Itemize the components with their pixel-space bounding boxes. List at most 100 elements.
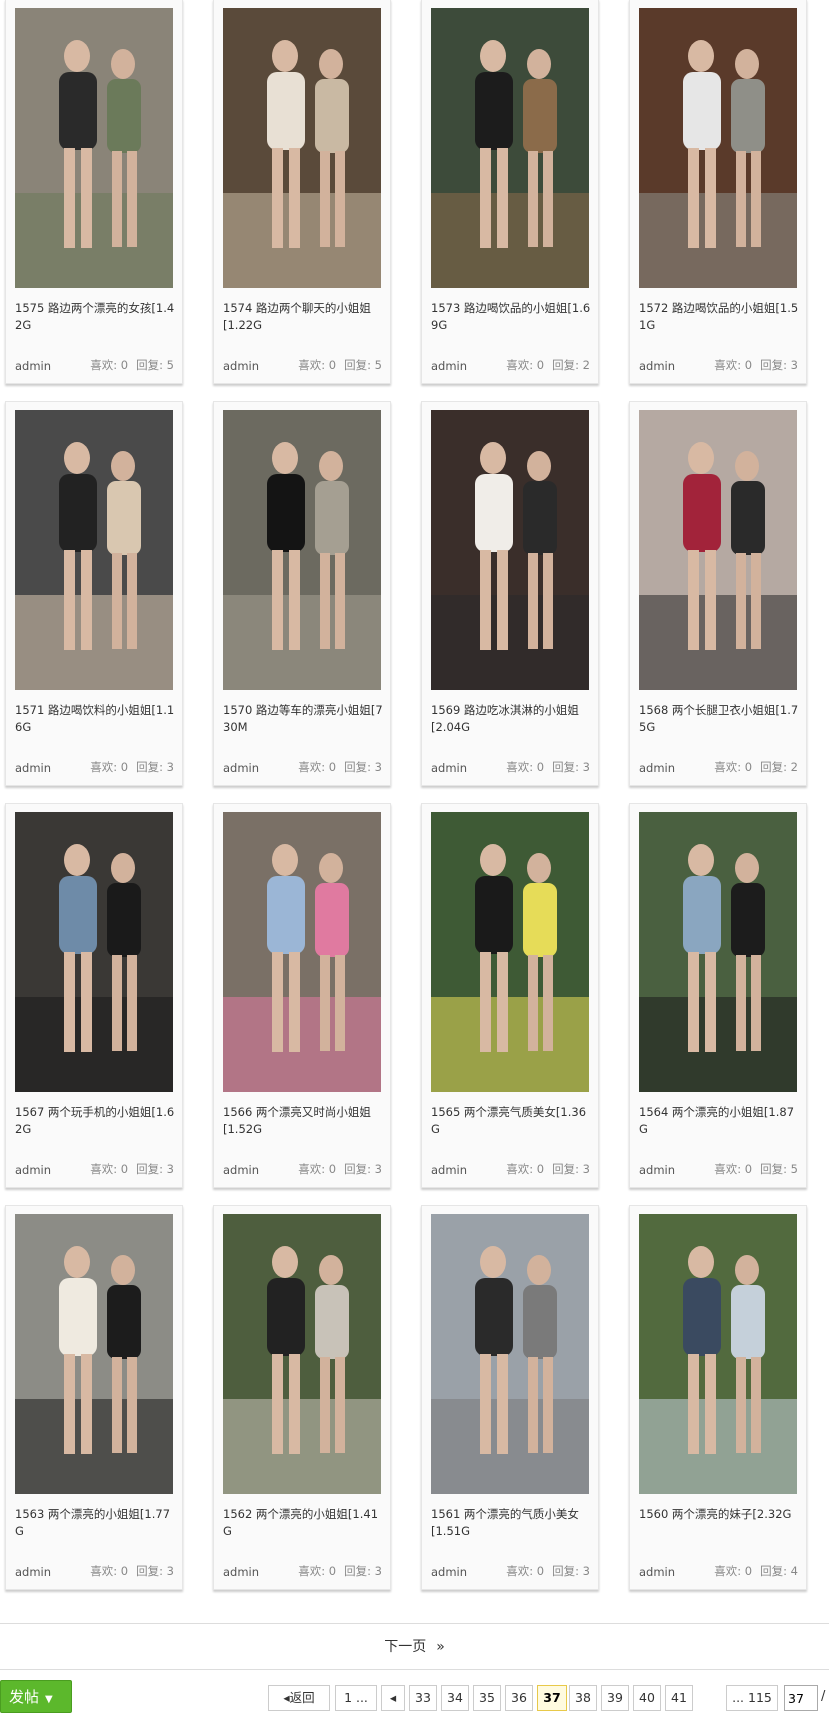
page-35[interactable]: 35 (473, 1685, 501, 1711)
likes-count: 喜欢: 0 (506, 1162, 545, 1176)
divider (0, 1669, 829, 1670)
likes-count: 喜欢: 0 (714, 760, 753, 774)
thread-stats: 喜欢: 0 回复: 3 (498, 1161, 590, 1177)
thread-thumbnail[interactable] (431, 410, 589, 690)
likes-count: 喜欢: 0 (714, 358, 753, 372)
thread-thumbnail[interactable] (15, 1214, 173, 1494)
prev-page-icon[interactable]: ◂ (381, 1685, 405, 1711)
page-33[interactable]: 33 (409, 1685, 437, 1711)
thread-title[interactable]: 1561 两个漂亮的气质小美女[1.51G (431, 1506, 591, 1540)
thread-author[interactable]: admin (15, 1565, 51, 1579)
page-36[interactable]: 36 (505, 1685, 533, 1711)
replies-count: 回复: 2 (552, 358, 590, 372)
replies-count: 回复: 5 (760, 1162, 798, 1176)
page-41[interactable]: 41 (665, 1685, 693, 1711)
thread-title[interactable]: 1569 路边吃冰淇淋的小姐姐[2.04G (431, 702, 591, 736)
thread-author[interactable]: admin (431, 761, 467, 775)
thread-thumbnail[interactable] (223, 8, 381, 288)
thread-stats: 喜欢: 0 回复: 2 (706, 759, 798, 775)
thread-author[interactable]: admin (15, 761, 51, 775)
thread-card[interactable]: 1560 两个漂亮的妹子[2.32G admin 喜欢: 0 回复: 4 (629, 1205, 807, 1590)
thread-card[interactable]: 1574 路边两个聊天的小姐姐[1.22G admin 喜欢: 0 回复: 5 (213, 0, 391, 384)
thread-author[interactable]: admin (223, 761, 259, 775)
thread-card[interactable]: 1575 路边两个漂亮的女孩[1.42G admin 喜欢: 0 回复: 5 (5, 0, 183, 384)
thread-author[interactable]: admin (223, 1163, 259, 1177)
thread-thumbnail[interactable] (15, 410, 173, 690)
thread-thumbnail[interactable] (639, 410, 797, 690)
likes-count: 喜欢: 0 (90, 358, 129, 372)
thread-title[interactable]: 1575 路边两个漂亮的女孩[1.42G (15, 300, 175, 334)
page-37[interactable]: 37 (537, 1685, 567, 1711)
thread-title[interactable]: 1563 两个漂亮的小姐姐[1.77G (15, 1506, 175, 1540)
thread-card[interactable]: 1568 两个长腿卫衣小姐姐[1.75G admin 喜欢: 0 回复: 2 (629, 401, 807, 786)
thread-card[interactable]: 1563 两个漂亮的小姐姐[1.77G admin 喜欢: 0 回复: 3 (5, 1205, 183, 1590)
thread-card[interactable]: 1566 两个漂亮又时尚小姐姐[1.52G admin 喜欢: 0 回复: 3 (213, 803, 391, 1188)
thread-card[interactable]: 1561 两个漂亮的气质小美女[1.51G admin 喜欢: 0 回复: 3 (421, 1205, 599, 1590)
page-38[interactable]: 38 (569, 1685, 597, 1711)
back-label: 返回 (289, 1690, 315, 1705)
thread-thumbnail[interactable] (639, 812, 797, 1092)
replies-count: 回复: 5 (344, 358, 382, 372)
thread-title[interactable]: 1564 两个漂亮的小姐姐[1.87G (639, 1104, 799, 1138)
thread-title[interactable]: 1562 两个漂亮的小姐姐[1.41G (223, 1506, 383, 1540)
thread-card[interactable]: 1572 路边喝饮品的小姐姐[1.51G admin 喜欢: 0 回复: 3 (629, 0, 807, 384)
thread-thumbnail[interactable] (15, 812, 173, 1092)
thread-title[interactable]: 1567 两个玩手机的小姐姐[1.62G (15, 1104, 175, 1138)
thread-card[interactable]: 1570 路边等车的漂亮小姐姐[730M admin 喜欢: 0 回复: 3 (213, 401, 391, 786)
thread-author[interactable]: admin (431, 1163, 467, 1177)
thread-title[interactable]: 1568 两个长腿卫衣小姐姐[1.75G (639, 702, 799, 736)
likes-count: 喜欢: 0 (298, 760, 337, 774)
thread-title[interactable]: 1566 两个漂亮又时尚小姐姐[1.52G (223, 1104, 383, 1138)
thread-author[interactable]: admin (431, 1565, 467, 1579)
thread-card[interactable]: 1562 两个漂亮的小姐姐[1.41G admin 喜欢: 0 回复: 3 (213, 1205, 391, 1590)
thread-author[interactable]: admin (223, 359, 259, 373)
page-first[interactable]: 1 ... (335, 1685, 377, 1711)
thread-card[interactable]: 1569 路边吃冰淇淋的小姐姐[2.04G admin 喜欢: 0 回复: 3 (421, 401, 599, 786)
thread-author[interactable]: admin (639, 761, 675, 775)
thread-thumbnail[interactable] (223, 1214, 381, 1494)
thread-stats: 喜欢: 0 回复: 3 (498, 759, 590, 775)
likes-count: 喜欢: 0 (506, 1564, 545, 1578)
thread-card[interactable]: 1573 路边喝饮品的小姐姐[1.69G admin 喜欢: 0 回复: 2 (421, 0, 599, 384)
thread-title[interactable]: 1572 路边喝饮品的小姐姐[1.51G (639, 300, 799, 334)
thread-title[interactable]: 1571 路边喝饮料的小姐姐[1.16G (15, 702, 175, 736)
thread-thumbnail[interactable] (223, 812, 381, 1092)
thread-title[interactable]: 1560 两个漂亮的妹子[2.32G (639, 1506, 799, 1523)
thread-card[interactable]: 1564 两个漂亮的小姐姐[1.87G admin 喜欢: 0 回复: 5 (629, 803, 807, 1188)
page-34[interactable]: 34 (441, 1685, 469, 1711)
thread-title[interactable]: 1573 路边喝饮品的小姐姐[1.69G (431, 300, 591, 334)
page-jump-input[interactable] (784, 1685, 818, 1711)
thread-thumbnail[interactable] (223, 410, 381, 690)
thread-card[interactable]: 1571 路边喝饮料的小姐姐[1.16G admin 喜欢: 0 回复: 3 (5, 401, 183, 786)
divider (0, 1623, 829, 1624)
back-button[interactable]: ◂返回 (268, 1685, 330, 1711)
replies-count: 回复: 3 (344, 760, 382, 774)
replies-count: 回复: 3 (136, 1564, 174, 1578)
page-40[interactable]: 40 (633, 1685, 661, 1711)
thread-title[interactable]: 1574 路边两个聊天的小姐姐[1.22G (223, 300, 383, 334)
page-last[interactable]: ... 115 (726, 1685, 778, 1711)
next-page-link[interactable]: 下一页 » (0, 1633, 829, 1661)
page-39[interactable]: 39 (601, 1685, 629, 1711)
thread-thumbnail[interactable] (639, 1214, 797, 1494)
thread-author[interactable]: admin (639, 1565, 675, 1579)
thread-author[interactable]: admin (15, 359, 51, 373)
thread-thumbnail[interactable] (639, 8, 797, 288)
thread-thumbnail[interactable] (431, 1214, 589, 1494)
replies-count: 回复: 3 (344, 1162, 382, 1176)
thread-thumbnail[interactable] (431, 812, 589, 1092)
thread-card[interactable]: 1565 两个漂亮气质美女[1.36G admin 喜欢: 0 回复: 3 (421, 803, 599, 1188)
thread-title[interactable]: 1565 两个漂亮气质美女[1.36G (431, 1104, 591, 1138)
thread-card[interactable]: 1567 两个玩手机的小姐姐[1.62G admin 喜欢: 0 回复: 3 (5, 803, 183, 1188)
thread-author[interactable]: admin (431, 359, 467, 373)
thread-author[interactable]: admin (15, 1163, 51, 1177)
thread-author[interactable]: admin (223, 1565, 259, 1579)
likes-count: 喜欢: 0 (298, 358, 337, 372)
thread-thumbnail[interactable] (431, 8, 589, 288)
page-total-sep: / (821, 1689, 826, 1704)
replies-count: 回复: 3 (552, 760, 590, 774)
thread-author[interactable]: admin (639, 359, 675, 373)
thread-title[interactable]: 1570 路边等车的漂亮小姐姐[730M (223, 702, 383, 736)
thread-thumbnail[interactable] (15, 8, 173, 288)
thread-author[interactable]: admin (639, 1163, 675, 1177)
